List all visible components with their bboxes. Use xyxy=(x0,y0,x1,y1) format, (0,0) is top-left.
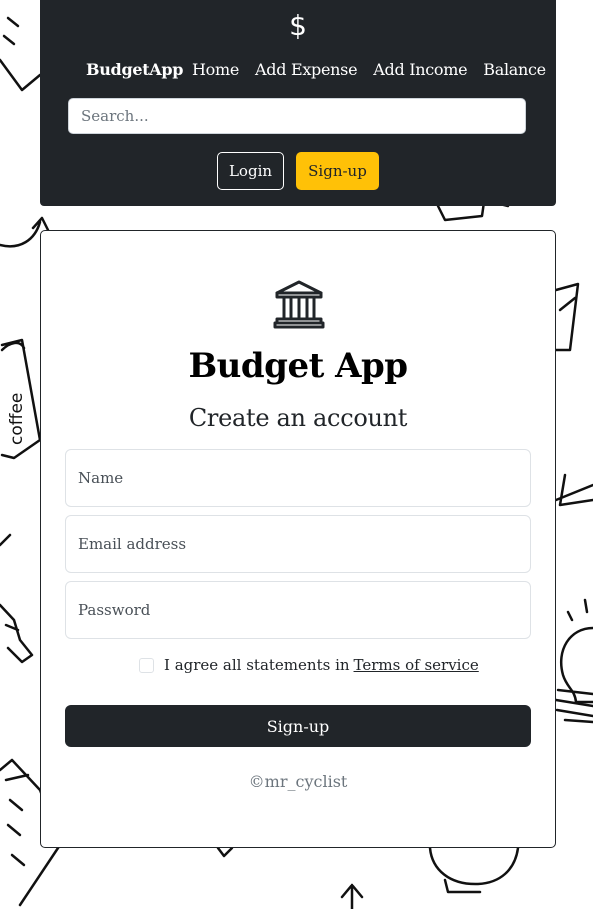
navbar: $ BudgetApp Home Add Expense Add Income … xyxy=(40,0,556,206)
signup-submit-button[interactable]: Sign-up xyxy=(65,705,531,747)
email-field[interactable] xyxy=(65,515,531,573)
nav-link-add-expense[interactable]: Add Expense xyxy=(255,58,358,82)
terms-text: I agree all statements in xyxy=(164,656,350,674)
terms-agreement: I agree all statements in Terms of servi… xyxy=(139,656,479,674)
nav-link-add-income[interactable]: Add Income xyxy=(373,58,467,82)
light-bulb-doodle xyxy=(554,598,593,724)
password-field[interactable] xyxy=(65,581,531,639)
app-title: Budget App xyxy=(188,346,408,386)
coffee-cup-doodle: coffee xyxy=(0,338,42,460)
terms-of-service-link[interactable]: Terms of service xyxy=(354,656,479,674)
dollar-sign-icon: $ xyxy=(289,9,307,42)
nav-link-balance[interactable]: Balance xyxy=(483,58,546,82)
signup-card: Budget App Create an account I agree all… xyxy=(40,230,556,848)
nav-link-home[interactable]: Home xyxy=(192,58,239,82)
bank-icon xyxy=(273,280,325,329)
nav-links: Home Add Expense Add Income Balance xyxy=(192,58,562,82)
signup-nav-button[interactable]: Sign-up xyxy=(296,152,379,190)
login-button[interactable]: Login xyxy=(217,152,284,190)
form-subtitle: Create an account xyxy=(188,404,408,432)
name-field[interactable] xyxy=(65,449,531,507)
brand-link[interactable]: BudgetApp xyxy=(86,58,184,82)
search-input[interactable] xyxy=(68,98,526,134)
terms-checkbox[interactable] xyxy=(139,657,154,673)
footer-credit: ©mr_cyclist xyxy=(248,772,348,791)
svg-text:coffee: coffee xyxy=(7,393,27,445)
